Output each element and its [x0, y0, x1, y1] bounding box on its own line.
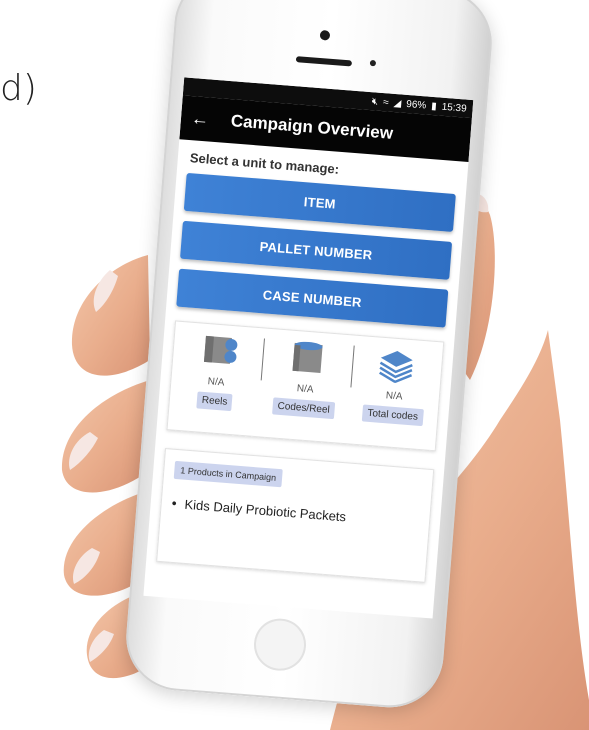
mute-icon: 🔇︎ — [371, 95, 379, 108]
battery-icon: ▮ — [430, 100, 438, 112]
panel-label: d) — [0, 68, 37, 109]
stat-total-codes-label: Total codes — [361, 404, 424, 427]
signal-icon: ◢ — [393, 97, 402, 109]
home-button[interactable] — [252, 616, 308, 673]
products-count-badge: 1 Products in Campaign — [173, 460, 283, 488]
stat-reels-value: N/A — [207, 376, 225, 389]
stat-codes-per-reel-label: Codes/Reel — [271, 397, 336, 420]
list-item[interactable]: • Kids Daily Probiotic Packets — [171, 495, 419, 530]
front-camera — [319, 29, 331, 41]
phone: 🔇︎ ≈ ◢ 96% ▮ 15:39 ← Campaign Overview S… — [122, 0, 496, 712]
stat-total-codes-value: N/A — [385, 390, 403, 403]
back-arrow-icon[interactable]: ← — [190, 108, 210, 130]
stat-reels: N/A Reels — [168, 322, 266, 437]
layers-icon — [379, 350, 414, 384]
case-number-button[interactable]: CASE NUMBER — [176, 268, 449, 328]
stat-codes-per-reel: N/A Codes/Reel — [257, 329, 355, 444]
product-name: Kids Daily Probiotic Packets — [184, 496, 347, 524]
stats-card: N/A Reels N/A Codes/Reel N/A Total codes — [166, 320, 445, 452]
phone-screen: 🔇︎ ≈ ◢ 96% ▮ 15:39 ← Campaign Overview S… — [143, 77, 474, 619]
bullet-icon: • — [171, 494, 178, 512]
stat-reels-label: Reels — [196, 391, 233, 412]
products-card: 1 Products in Campaign • Kids Daily Prob… — [156, 448, 435, 583]
stat-total-codes: N/A Total codes — [346, 336, 444, 451]
codes-per-reel-icon — [292, 341, 323, 373]
stat-codes-per-reel-value: N/A — [296, 383, 314, 396]
earpiece-speaker — [295, 56, 353, 67]
reels-icon — [203, 335, 238, 364]
wifi-icon: ≈ — [382, 96, 390, 108]
proximity-sensor — [369, 59, 377, 67]
page-title: Campaign Overview — [230, 111, 394, 143]
battery-percent: 96% — [405, 98, 427, 111]
clock: 15:39 — [441, 101, 468, 115]
